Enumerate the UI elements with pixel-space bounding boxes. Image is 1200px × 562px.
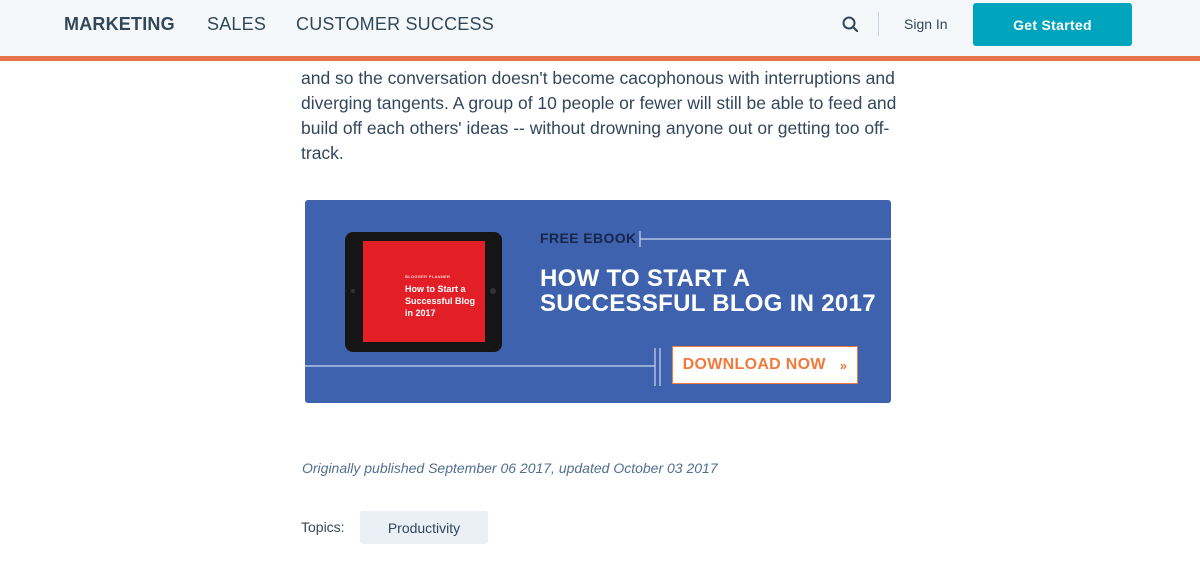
sign-in-link[interactable]: Sign In [904,16,948,32]
ebook-banner[interactable]: BLOGGER PLANNER How to Start a Successfu… [305,200,891,403]
search-icon-graphic [842,16,859,33]
tablet-side-dot [351,289,355,293]
get-started-button[interactable]: Get Started [973,3,1132,46]
article-paragraph: and so the conversation doesn't become c… [301,68,897,163]
tablet-home-button [490,288,496,294]
tablet-title: How to Start a Successful Blog in 2017 [405,284,476,318]
banner-kicker: FREE EBOOK [540,230,637,246]
tablet-kicker: BLOGGER PLANNER [405,274,451,279]
published-date: Originally published September 06 2017, … [302,460,718,476]
download-now-button[interactable]: DOWNLOAD NOW » [672,346,858,384]
tablet-screen: BLOGGER PLANNER How to Start a Successfu… [363,241,485,342]
banner-title: HOW TO START A SUCCESSFUL BLOG IN 2017 [540,265,876,317]
nav-marketing[interactable]: MARKETING [64,13,175,35]
blog-page: MARKETING SALES CUSTOMER SUCCESS Sign In… [0,0,1200,562]
top-navigation: MARKETING SALES CUSTOMER SUCCESS Sign In… [0,0,1200,56]
topics-label: Topics: [301,519,345,535]
search-icon[interactable] [840,14,862,36]
chevron-right-icon: » [839,357,848,373]
nav-sales[interactable]: SALES [207,13,266,35]
ebook-tablet-image: BLOGGER PLANNER How to Start a Successfu… [345,232,502,352]
nav-divider [878,12,879,36]
nav-customer-success[interactable]: CUSTOMER SUCCESS [296,13,494,35]
download-now-label: DOWNLOAD NOW [682,356,826,373]
header-accent-bar [0,56,1200,61]
topic-tag-productivity[interactable]: Productivity [360,511,488,544]
article-body: and so the conversation doesn't become c… [301,66,901,166]
